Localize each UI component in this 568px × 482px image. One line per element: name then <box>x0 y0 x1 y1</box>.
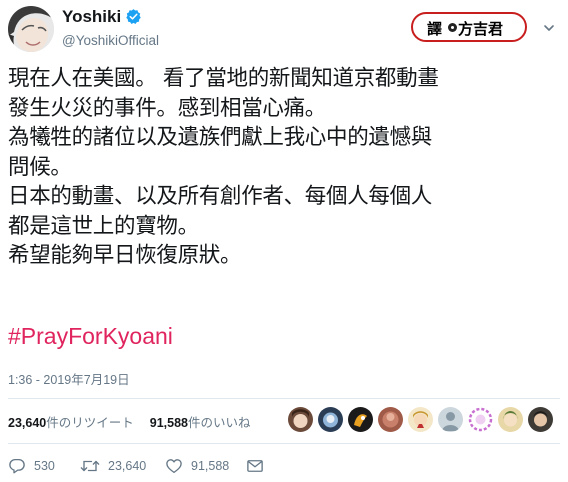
translator-watermark: 譯方吉君 <box>411 12 527 42</box>
liker-avatar[interactable] <box>498 407 523 432</box>
tweet-line: 日本的動畫、以及所有創作者、每個人每個人 <box>8 184 433 209</box>
likes-stat[interactable]: 91,588件のいいね <box>150 416 251 430</box>
direct-message-button[interactable] <box>246 455 272 477</box>
retweets-label: 件のリツイート <box>46 416 134 430</box>
tweet-body: 現在人在美國。 看了當地的新聞知道京都動畫 發生火災的事件。感到相當心痛。 為犧… <box>8 64 564 271</box>
avatar[interactable] <box>8 6 54 52</box>
like-count: 91,588 <box>191 459 230 473</box>
tweet-line: 為犧牲的諸位以及遺族們獻上我心中的遺憾與 <box>8 125 433 150</box>
liker-avatar[interactable] <box>378 407 403 432</box>
liker-avatar[interactable] <box>528 407 553 432</box>
tweet-header: Yoshiki @YoshikiOfficial 譯方吉君 <box>0 0 568 60</box>
like-button[interactable]: 91,588 <box>165 455 229 477</box>
display-name[interactable]: Yoshiki <box>62 7 142 27</box>
likes-count: 91,588 <box>149 416 188 430</box>
verified-badge-icon <box>126 9 141 24</box>
hashtag-link[interactable]: #PrayForKyoani <box>8 323 173 350</box>
retweets-stat[interactable]: 23,640件のリツイート <box>8 416 134 430</box>
liker-avatar[interactable] <box>468 407 493 432</box>
retweets-count: 23,640 <box>8 416 47 430</box>
reply-count: 530 <box>34 459 55 473</box>
like-icon <box>166 459 182 474</box>
retweet-button[interactable]: 23,640 <box>80 455 146 477</box>
tweet-timestamp[interactable]: 1:36 - 2019年7月19日 <box>8 369 130 388</box>
tweet-actions: 530 23,640 91,588 <box>0 455 568 477</box>
divider <box>8 398 560 399</box>
avatar-image <box>8 6 54 52</box>
liker-avatar[interactable] <box>408 407 433 432</box>
likes-label: 件のいいね <box>187 416 251 430</box>
liker-avatar[interactable] <box>438 407 463 432</box>
liker-avatar[interactable] <box>288 407 313 432</box>
liker-avatar[interactable] <box>318 407 343 432</box>
tweet-line: 都是這世上的寶物。 <box>8 213 199 239</box>
translator-dot-icon <box>448 23 457 32</box>
tweet-line: 問候。 <box>8 154 72 180</box>
reply-icon <box>9 458 25 474</box>
tweet-line: 發生火災的事件。感到相當心痛。 <box>8 95 327 121</box>
retweet-count: 23,640 <box>108 459 147 473</box>
divider <box>8 443 560 444</box>
reply-button[interactable]: 530 <box>8 455 55 477</box>
liker-avatar[interactable] <box>348 407 373 432</box>
engagement-stats: 23,640件のリツイート 91,588件のいいね <box>8 412 251 431</box>
chevron-down-icon[interactable] <box>543 22 555 34</box>
translator-part1: 譯 <box>427 20 443 38</box>
direct-message-icon <box>247 460 263 472</box>
user-handle[interactable]: @YoshikiOfficial <box>62 33 159 48</box>
translator-part2: 方吉君 <box>458 20 504 38</box>
tweet-line: 現在人在美國。 看了當地的新聞知道京都動畫 <box>8 66 439 91</box>
display-name-text: Yoshiki <box>62 7 122 26</box>
retweet-icon <box>80 460 100 472</box>
tweet-line: 希望能夠早日恢復原狀。 <box>8 243 242 268</box>
translator-text: 譯方吉君 <box>427 18 503 39</box>
